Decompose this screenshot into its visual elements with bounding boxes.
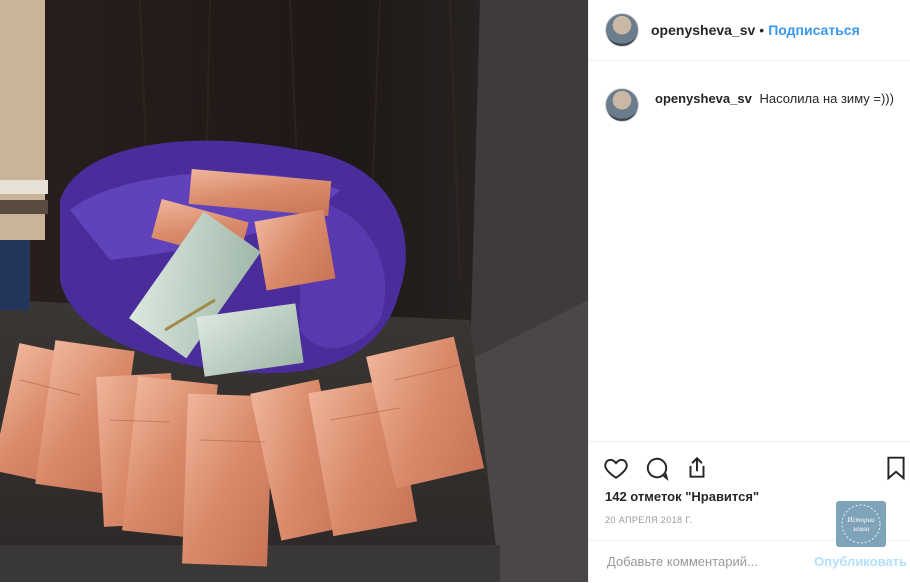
follow-button[interactable]: Подписаться bbox=[768, 22, 860, 38]
comment-input[interactable] bbox=[605, 553, 809, 570]
header-username[interactable]: openysheva_sv bbox=[651, 22, 755, 38]
post-header: openysheva_sv • Подписаться bbox=[589, 0, 910, 61]
caption-body: Насолила на зиму =))) bbox=[759, 91, 894, 106]
svg-text:земли: земли bbox=[852, 525, 870, 533]
post-side-panel: openysheva_sv • Подписаться openysheva_s… bbox=[588, 0, 910, 582]
watermark-logo: Истории земли bbox=[836, 501, 886, 547]
caption-comment: openysheva_sv Насолила на зиму =))) bbox=[605, 88, 894, 122]
caption-username[interactable]: openysheva_sv bbox=[655, 91, 752, 106]
share-arrow-icon[interactable] bbox=[684, 455, 710, 481]
caption-text: openysheva_sv Насолила на зиму =))) bbox=[655, 91, 894, 106]
bookmark-icon[interactable] bbox=[883, 455, 909, 481]
post-photo[interactable] bbox=[0, 0, 588, 582]
action-bar bbox=[589, 441, 910, 492]
heart-icon[interactable] bbox=[603, 455, 629, 481]
publish-button[interactable]: Опубликовать bbox=[814, 554, 907, 569]
avatar[interactable] bbox=[605, 13, 639, 47]
likes-count[interactable]: 142 отметок "Нравится" bbox=[605, 489, 759, 504]
speech-bubble-icon[interactable] bbox=[644, 455, 670, 481]
svg-text:Истории: Истории bbox=[846, 516, 875, 524]
separator-dot: • bbox=[759, 22, 765, 38]
post-date: 20 АПРЕЛЯ 2018 Г. bbox=[605, 515, 693, 525]
avatar[interactable] bbox=[605, 88, 639, 122]
